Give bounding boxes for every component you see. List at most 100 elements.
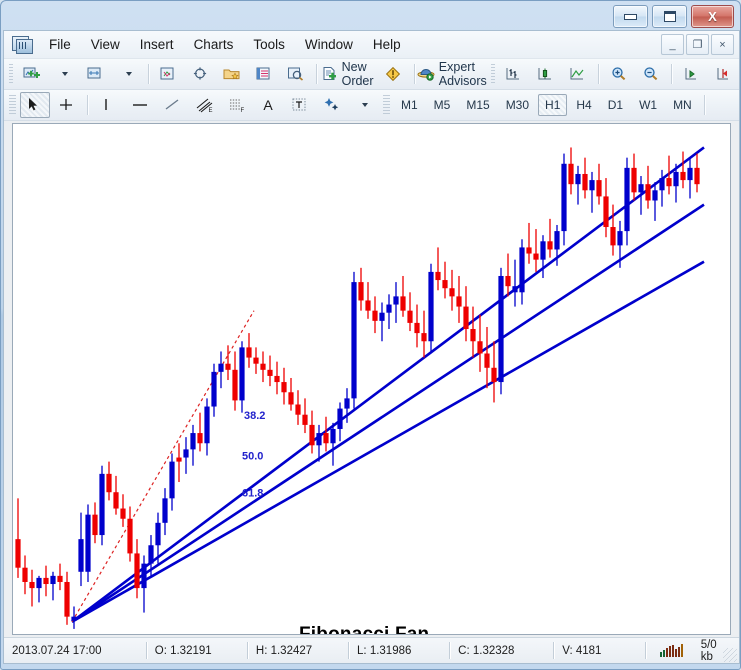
expert-advisors-button[interactable]: Expert Advisors bbox=[419, 61, 487, 87]
chart-canvas[interactable]: 38.250.061.8 bbox=[13, 124, 730, 634]
minimize-icon bbox=[624, 14, 637, 20]
menu-tools[interactable]: Tools bbox=[244, 34, 294, 55]
new-chart-button[interactable] bbox=[17, 61, 47, 87]
menu-view[interactable]: View bbox=[82, 34, 129, 55]
resize-grip[interactable] bbox=[723, 648, 737, 662]
new-order-icon bbox=[322, 66, 338, 82]
new-order-button[interactable]: New Order bbox=[322, 61, 377, 87]
standard-toolbar: New Order bbox=[4, 59, 739, 90]
toolbar-separator bbox=[148, 64, 149, 84]
text-label-tool-button[interactable] bbox=[285, 92, 315, 118]
toolbar-separator bbox=[671, 64, 672, 84]
shapes-tool-button[interactable] bbox=[317, 92, 347, 118]
zoom-in-button[interactable] bbox=[604, 61, 634, 87]
market-watch-button[interactable] bbox=[153, 61, 183, 87]
timeframe-m5[interactable]: M5 bbox=[427, 94, 458, 116]
toolbar-separator bbox=[704, 95, 705, 115]
navigator-button[interactable] bbox=[217, 61, 247, 87]
menu-insert[interactable]: Insert bbox=[131, 34, 183, 55]
chart-shift-button[interactable] bbox=[708, 61, 738, 87]
window-minimize-button[interactable] bbox=[613, 5, 648, 28]
zoom-out-icon bbox=[642, 66, 660, 82]
chevron-down-icon bbox=[362, 103, 368, 107]
profiles-dropdown-button[interactable] bbox=[113, 61, 143, 87]
timeframe-m30[interactable]: M30 bbox=[499, 94, 536, 116]
navigator-folder-icon bbox=[223, 66, 241, 82]
menu-file[interactable]: File bbox=[40, 34, 80, 55]
svg-text:E: E bbox=[209, 108, 213, 113]
alert-button[interactable] bbox=[379, 61, 409, 87]
horizontal-line-icon bbox=[131, 97, 149, 113]
window-maximize-button[interactable] bbox=[652, 5, 687, 28]
chevron-down-icon bbox=[62, 72, 68, 76]
price-chart[interactable]: 38.250.061.8 Fibonacci Fan bbox=[12, 123, 731, 635]
profiles-icon bbox=[87, 66, 105, 82]
text-tool-button[interactable]: A bbox=[253, 92, 283, 118]
chart-shift-icon bbox=[714, 66, 732, 82]
text-label-icon bbox=[291, 97, 309, 113]
mdi-minimize-button[interactable]: _ bbox=[661, 34, 684, 55]
mdi-close-button[interactable]: × bbox=[711, 34, 734, 55]
new-chart-dropdown-button[interactable] bbox=[49, 61, 79, 87]
menu-help[interactable]: Help bbox=[364, 34, 410, 55]
status-bar: 2013.07.24 17:00 O: 1.32191 H: 1.32427 L… bbox=[4, 637, 739, 663]
arrow-cursor-icon bbox=[26, 97, 44, 113]
toolbar-grip[interactable] bbox=[383, 95, 390, 116]
cursor-tool-button[interactable] bbox=[20, 92, 50, 118]
connection-strength-icon[interactable] bbox=[660, 644, 683, 657]
horizontal-line-tool-button[interactable] bbox=[125, 92, 155, 118]
toolbar-grip[interactable] bbox=[491, 64, 495, 85]
candlestick-chart-icon bbox=[537, 66, 555, 82]
terminal-button[interactable] bbox=[249, 61, 279, 87]
bar-chart-icon bbox=[505, 66, 523, 82]
timeframe-d1[interactable]: D1 bbox=[601, 94, 630, 116]
line-studies-toolbar: E F A bbox=[4, 90, 739, 121]
shapes-dropdown-button[interactable] bbox=[349, 92, 379, 118]
toolbar-grip[interactable] bbox=[9, 64, 13, 85]
equidistant-channel-tool-button[interactable]: E bbox=[189, 92, 219, 118]
expert-advisors-label: Expert Advisors bbox=[439, 60, 487, 88]
timeframe-h1[interactable]: H1 bbox=[538, 94, 567, 116]
trendline-tool-button[interactable] bbox=[157, 92, 187, 118]
menu-bar: File View Insert Charts Tools Window Hel… bbox=[4, 31, 739, 59]
maximize-icon bbox=[664, 11, 676, 22]
auto-scroll-button[interactable] bbox=[676, 61, 706, 87]
toolbar-separator bbox=[316, 64, 317, 84]
toolbar-grip[interactable] bbox=[9, 95, 16, 116]
line-chart-icon bbox=[569, 66, 587, 82]
data-window-icon bbox=[191, 66, 209, 82]
timeframe-h4[interactable]: H4 bbox=[569, 94, 598, 116]
fibonacci-tool-button[interactable]: F bbox=[221, 92, 251, 118]
svg-text:50.0: 50.0 bbox=[242, 450, 263, 462]
close-icon: X bbox=[708, 10, 717, 23]
timeframe-m1[interactable]: M1 bbox=[394, 94, 425, 116]
timeframe-m15[interactable]: M15 bbox=[459, 94, 496, 116]
shapes-icon bbox=[323, 97, 341, 113]
menu-charts[interactable]: Charts bbox=[185, 34, 243, 55]
status-high: H: 1.32427 bbox=[248, 638, 348, 663]
window-controls: X bbox=[613, 5, 734, 28]
text-a-icon: A bbox=[263, 97, 272, 113]
zoom-out-button[interactable] bbox=[636, 61, 666, 87]
timeframe-w1[interactable]: W1 bbox=[632, 94, 664, 116]
chart-mdi-area: 38.250.061.8 Fibonacci Fan bbox=[4, 121, 739, 637]
toolbar-separator bbox=[598, 64, 599, 84]
timeframe-mn[interactable]: MN bbox=[666, 94, 699, 116]
candlestick-chart-button[interactable] bbox=[531, 61, 561, 87]
bar-chart-button[interactable] bbox=[499, 61, 529, 87]
strategy-tester-button[interactable] bbox=[281, 61, 311, 87]
crosshair-tool-button[interactable] bbox=[52, 92, 82, 118]
menu-window[interactable]: Window bbox=[296, 34, 362, 55]
svg-text:F: F bbox=[241, 108, 245, 113]
fibonacci-retracement-icon: F bbox=[227, 97, 245, 113]
mdi-restore-button[interactable]: ❐ bbox=[686, 34, 709, 55]
data-window-button[interactable] bbox=[185, 61, 215, 87]
vertical-line-tool-button[interactable] bbox=[93, 92, 123, 118]
status-divider bbox=[645, 642, 646, 659]
profiles-button[interactable] bbox=[81, 61, 111, 87]
auto-scroll-icon bbox=[682, 66, 700, 82]
line-chart-button[interactable] bbox=[563, 61, 593, 87]
toolbar-separator bbox=[414, 64, 415, 84]
new-order-label: New Order bbox=[342, 60, 374, 88]
window-close-button[interactable]: X bbox=[691, 5, 734, 28]
